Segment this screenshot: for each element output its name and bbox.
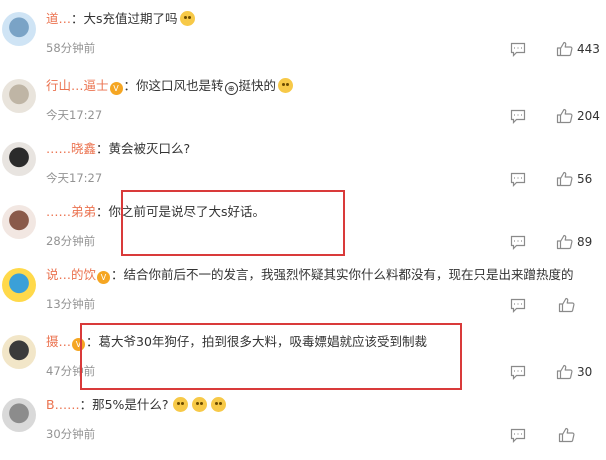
comment-time: 28分钟前 (46, 234, 96, 248)
doge-emoji-icon (278, 78, 294, 93)
username[interactable]: 道… (46, 11, 71, 26)
comment-time: 30分钟前 (46, 427, 96, 441)
avatar[interactable] (2, 205, 36, 239)
comment-bubble-icon[interactable] (510, 235, 526, 254)
separator: ： (96, 141, 109, 156)
comment-time: 58分钟前 (46, 41, 96, 55)
comment-item: 说…的饮 V ：结合你前后不一的发言，我强烈怀疑其实你什么料都没有，现在只是出来蹭热… (0, 266, 606, 326)
vip-badge-icon: V (97, 271, 111, 284)
comment-bubble-icon[interactable] (510, 172, 526, 191)
comment-item: 道…：大s充值过期了吗 58分钟前 443 (0, 10, 606, 70)
like-count: 30 (577, 365, 593, 379)
like-count: 204 (577, 109, 600, 123)
separator: ： (123, 78, 137, 93)
comment-actions (496, 296, 606, 316)
username[interactable]: ……弟弟 (46, 204, 96, 219)
laugh-emoji-icon (210, 397, 226, 412)
comment-actions (496, 426, 606, 446)
comment-text: 结合你前后不一的发言，我强烈怀疑其实你什么料都没有，现在只是出来蹭热度的 (123, 267, 574, 282)
doge-emoji-icon (179, 11, 195, 26)
comment-item: B……：那5%是什么? 30分钟前 (0, 396, 606, 456)
comment-time: 今天17:27 (46, 171, 103, 185)
avatar[interactable] (2, 335, 36, 369)
comment-line: B……：那5%是什么? (46, 396, 226, 414)
comment-time: 13分钟前 (46, 297, 96, 311)
thumbs-up-icon[interactable] (556, 364, 573, 384)
thumbs-up-icon[interactable] (556, 171, 573, 191)
username[interactable]: ……晓鑫 (46, 141, 96, 156)
username[interactable]: 行山…逼士 (46, 78, 109, 93)
avatar[interactable] (2, 12, 36, 46)
thumbs-up-icon[interactable] (558, 427, 575, 447)
comment-actions: 89 (496, 233, 606, 253)
comment-actions: 30 (496, 363, 606, 383)
comment-bubble-icon[interactable] (510, 428, 526, 447)
avatar[interactable] (2, 268, 36, 302)
like-count: 443 (577, 42, 600, 56)
separator: ： (79, 397, 93, 412)
username[interactable]: B…… (46, 397, 80, 412)
thumbs-up-icon[interactable] (556, 108, 573, 128)
laugh-emoji-icon (172, 397, 188, 412)
like-count: 56 (577, 172, 593, 186)
comment-text: 大s充值过期了吗 (83, 11, 178, 26)
comment-actions: 204 (496, 107, 606, 127)
comment-text: 黄会被灭口么? (108, 141, 191, 156)
thumbs-up-icon[interactable] (556, 234, 573, 254)
thumbs-up-icon[interactable] (558, 297, 575, 317)
highlight-box-2 (80, 323, 462, 390)
comment-bubble-icon[interactable] (510, 109, 526, 128)
comment-text: 挺快的 (238, 78, 277, 93)
vip-badge-icon: V (109, 82, 123, 95)
avatar[interactable] (2, 79, 36, 113)
comment-line: 说…的饮 V ：结合你前后不一的发言，我强烈怀疑其实你什么料都没有，现在只是出来蹭热… (46, 266, 574, 284)
comment-item: 行山…逼士 V ：你这口风也是转 ⊕ 挺快的今天17:27 204 (0, 77, 606, 137)
comment-line: 行山…逼士 V ：你这口风也是转 ⊕ 挺快的 (46, 77, 294, 95)
highlight-box-1 (121, 190, 345, 256)
comment-actions: 443 (496, 40, 606, 60)
comment-actions: 56 (496, 170, 606, 190)
thumbs-up-icon[interactable] (556, 41, 573, 61)
username[interactable]: 说…的饮 (46, 267, 96, 282)
laugh-emoji-icon (191, 397, 207, 412)
comment-text: 你这口风也是转 (136, 78, 224, 93)
like-count: 89 (577, 235, 593, 249)
comment-bubble-icon[interactable] (510, 365, 526, 384)
avatar[interactable] (2, 142, 36, 176)
comment-bubble-icon[interactable] (510, 42, 526, 61)
separator: ： (96, 204, 109, 219)
comment-bubble-icon[interactable] (510, 298, 526, 317)
comment-time: 今天17:27 (46, 108, 103, 122)
forward-icon: ⊕ (224, 82, 238, 95)
comment-line: ……晓鑫：黄会被灭口么? (46, 140, 190, 158)
comment-text: 那5%是什么? (92, 397, 169, 412)
separator: ： (71, 11, 84, 26)
username[interactable]: 摄… (46, 334, 71, 349)
avatar[interactable] (2, 398, 36, 432)
separator: ： (111, 267, 124, 282)
comment-line: 道…：大s充值过期了吗 (46, 10, 195, 28)
